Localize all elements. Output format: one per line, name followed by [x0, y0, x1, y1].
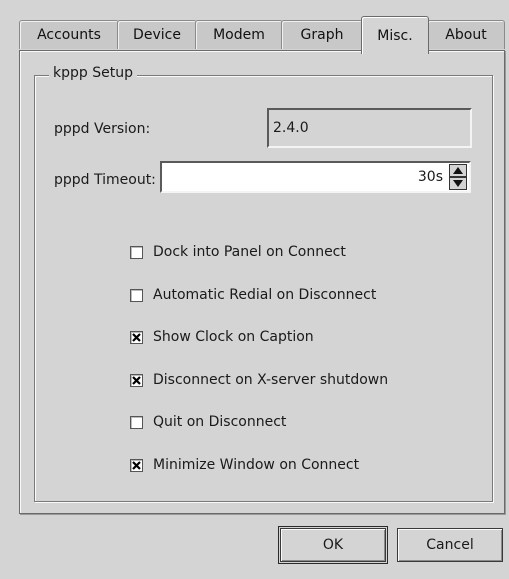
kppp-setup-group: kppp Setup pppd Version: 2.4.0 pppd Time…	[34, 65, 493, 502]
checkbox[interactable]	[130, 415, 143, 429]
option-minimize-window[interactable]: Minimize Window on Connect	[130, 457, 359, 473]
checkbox[interactable]	[130, 245, 143, 259]
x-mark-icon	[132, 375, 141, 385]
tab-accounts[interactable]: Accounts	[19, 20, 119, 49]
x-mark-icon	[132, 460, 141, 470]
checkbox[interactable]	[130, 458, 143, 472]
pppd-version-field: 2.4.0	[267, 108, 472, 148]
spin-down-button[interactable]	[449, 177, 467, 190]
option-label: Disconnect on X-server shutdown	[153, 372, 389, 388]
pppd-version-label: pppd Version:	[54, 121, 151, 137]
checkbox[interactable]	[130, 330, 143, 344]
tab-about[interactable]: About	[427, 20, 505, 49]
tab-modem[interactable]: Modem	[195, 20, 283, 49]
option-quit-on-disconnect[interactable]: Quit on Disconnect	[130, 414, 286, 430]
option-label: Automatic Redial on Disconnect	[153, 287, 377, 303]
misc-tab-panel: kppp Setup pppd Version: 2.4.0 pppd Time…	[19, 50, 505, 514]
option-automatic-redial[interactable]: Automatic Redial on Disconnect	[130, 287, 376, 303]
tab-misc[interactable]: Misc.	[361, 16, 429, 54]
pppd-version-value: 2.4.0	[273, 120, 309, 136]
x-mark-icon	[132, 332, 141, 342]
pppd-timeout-value: 30s	[417, 169, 443, 185]
checkbox[interactable]	[130, 288, 143, 302]
pppd-timeout-label: pppd Timeout:	[54, 172, 156, 188]
group-title: kppp Setup	[49, 65, 137, 81]
ok-button[interactable]: OK	[278, 526, 388, 564]
checkbox[interactable]	[130, 373, 143, 387]
kppp-configuration-window: Accounts Device Modem Graph Misc. About …	[0, 0, 509, 579]
option-label: Show Clock on Caption	[153, 329, 314, 345]
option-show-clock[interactable]: Show Clock on Caption	[130, 329, 314, 345]
option-disconnect-on-x-shutdown[interactable]: Disconnect on X-server shutdown	[130, 372, 388, 388]
option-label: Dock into Panel on Connect	[153, 244, 346, 260]
cancel-button[interactable]: Cancel	[397, 528, 503, 562]
arrow-down-icon	[453, 180, 463, 187]
option-label: Minimize Window on Connect	[153, 457, 360, 473]
tab-graph[interactable]: Graph	[281, 20, 363, 49]
spin-buttons	[449, 164, 467, 190]
tab-device[interactable]: Device	[117, 20, 197, 49]
arrow-up-icon	[453, 167, 463, 174]
option-label: Quit on Disconnect	[153, 414, 287, 430]
option-dock-into-panel[interactable]: Dock into Panel on Connect	[130, 244, 346, 260]
spin-up-button[interactable]	[449, 164, 467, 177]
pppd-timeout-spinbox[interactable]: 30s	[160, 161, 471, 193]
